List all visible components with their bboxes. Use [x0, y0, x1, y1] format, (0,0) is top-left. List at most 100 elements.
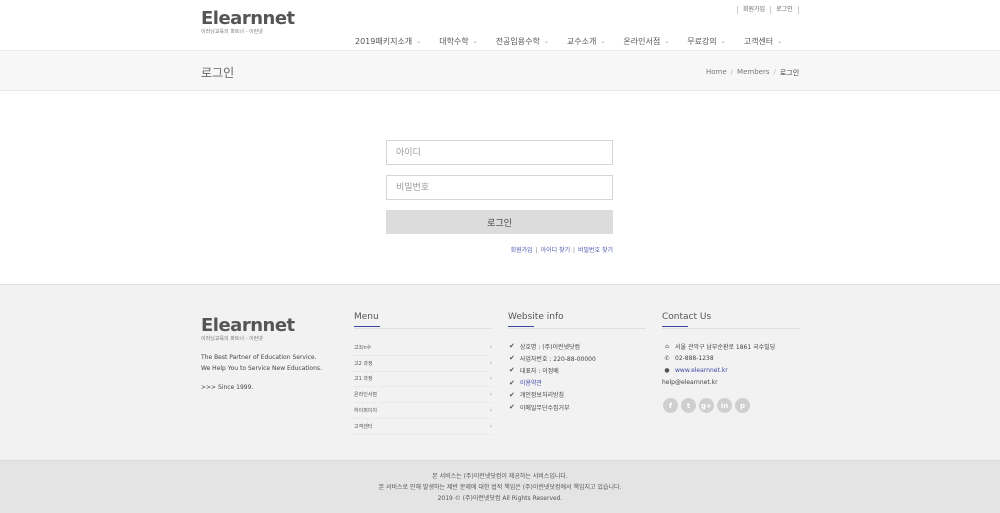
social-links: f t g+ in p — [663, 398, 753, 413]
password-input[interactable] — [386, 175, 613, 200]
phone-icon: ✆ — [664, 354, 670, 362]
page-title: 로그인 — [201, 66, 235, 80]
page-title-bar: 로그인 Home / Members / 로그인 — [0, 51, 1000, 91]
check-icon: ✔ — [509, 403, 515, 412]
logo-wordmark: Elearnnet — [201, 8, 295, 29]
nav-item-label: 대학수학 — [439, 37, 469, 46]
find-id-link[interactable]: 아이디 찾기 — [541, 247, 571, 254]
nav-item-label: 전공임용수학 — [495, 37, 540, 46]
nav-item-package[interactable]: 2019패키지소개 ⌄ — [355, 36, 421, 47]
chevron-right-icon: › — [489, 391, 492, 399]
divider — [354, 328, 492, 329]
nav-item-support[interactable]: 고객센터 ⌄ — [744, 36, 782, 47]
info-item-text: 이용약관 — [519, 380, 542, 388]
login-link[interactable]: 로그인 — [775, 6, 794, 14]
chevron-down-icon: ⌄ — [472, 38, 478, 45]
footer-contact-list: ⌂ 서울 관악구 남부순환로 1861 국수빌딩 ✆ 02-888-1238 ● ww… — [662, 340, 775, 389]
contact-website[interactable]: ● www.elearnnet.kr — [662, 364, 775, 376]
divider — [797, 6, 799, 14]
login-button[interactable]: 로그인 — [386, 210, 613, 234]
chevron-down-icon: ⌄ — [543, 38, 549, 45]
pinterest-icon[interactable]: p — [735, 398, 750, 413]
nav-item-bookstore[interactable]: 온라인서점 ⌄ — [623, 36, 669, 47]
divider — [508, 328, 646, 329]
menu-item-label: 고객센터 — [354, 423, 373, 430]
contact-email: help@elearnnet.kr — [662, 377, 775, 389]
divider — [737, 6, 738, 14]
facebook-icon[interactable]: f — [663, 398, 678, 413]
breadcrumb: Home / Members / 로그인 — [706, 68, 799, 78]
nav-item-label: 고객센터 — [743, 37, 774, 46]
footer-menu-item[interactable]: 고2 과정 › — [354, 356, 492, 372]
footer-desc-line: The Best Partner of Education Service. — [201, 354, 317, 361]
logo-wordmark: Elearnnet — [201, 315, 295, 336]
linkedin-icon[interactable]: in — [717, 398, 732, 413]
contact-address: ⌂ 서울 관악구 남부순환로 1861 국수빌딩 — [662, 340, 775, 352]
nav-item-label: 온라인서점 — [623, 37, 661, 46]
contact-phone: ✆ 02-888-1238 — [662, 352, 775, 364]
footer-menu-item[interactable]: 고1 과정 › — [354, 372, 492, 388]
copyright-line: 2019 © (주)이런넷닷컴 All Rights Reserved. — [437, 495, 563, 502]
nav-item-free-lectures[interactable]: 무료강의 ⌄ — [687, 36, 725, 47]
chevron-down-icon: ⌄ — [777, 38, 783, 45]
nav-item-label: 교수소개 — [566, 37, 597, 46]
footer-menu-item[interactable]: 하이퍼이치 › — [354, 403, 492, 419]
nav-item-professors[interactable]: 교수소개 ⌄ — [567, 36, 605, 47]
footer-desc-line: We Help You to Service New Educations. — [201, 365, 322, 372]
chevron-right-icon: › — [489, 407, 492, 415]
info-item: ✔ 상호명 : (주)이런넷닷컴 — [509, 340, 596, 352]
site-footer: Elearnnet 이러닝교육의 파트너 - 이런넷 The Best Part… — [0, 284, 1000, 460]
footer-menu-item[interactable]: 고객센터 › — [354, 419, 492, 435]
footer-menu-item[interactable]: 고3/n수 › — [354, 340, 492, 356]
logo-tagline: 이러닝교육의 파트너 - 이런넷 — [201, 29, 263, 35]
info-item: ✔ 대표자 : 이정배 — [509, 364, 596, 376]
nav-item-teacher-math[interactable]: 전공임용수학 ⌄ — [496, 36, 549, 47]
contact-text: 서울 관악구 남부순환로 1861 국수빌딩 — [675, 343, 776, 351]
divider: | — [573, 247, 576, 254]
footer-info-list: ✔ 상호명 : (주)이런넷닷컴 ✔ 사업자번호 : 220-88-00000 ✔ 대… — [509, 340, 596, 413]
check-icon: ✔ — [509, 366, 515, 375]
chevron-right-icon: › — [489, 422, 492, 430]
find-password-link[interactable]: 비밀번호 찾기 — [578, 247, 613, 254]
divider — [770, 6, 772, 14]
breadcrumb-members[interactable]: Members — [737, 68, 769, 78]
site-header: Elearnnet 이러닝교육의 파트너 - 이런넷 회원가입 로그인 2019… — [0, 0, 1000, 51]
breadcrumb-current: 로그인 — [779, 69, 800, 77]
check-icon: ✔ — [509, 342, 515, 351]
footer-contact-title: Contact Us — [662, 312, 712, 327]
footer-info-title: Website info — [508, 312, 564, 327]
copyright-bar: 본 서비스는 (주)이런넷닷컴이 제공하는 서비스입니다. 본 서비스로 인해 … — [0, 460, 1000, 513]
site-logo[interactable]: Elearnnet 이러닝교육의 파트너 - 이런넷 — [201, 8, 295, 36]
contact-text: 02-888-1238 — [675, 354, 714, 362]
email-policy-link[interactable]: ✔ 이메일무단수집거부 — [509, 401, 596, 413]
copyright-line: 본 서비스는 (주)이런넷닷컴이 제공하는 서비스입니다. — [432, 473, 568, 480]
menu-item-label: 고2 과정 — [354, 360, 373, 367]
signup-link[interactable]: 회원가입 — [511, 247, 533, 254]
menu-item-label: 온라인서점 — [354, 392, 378, 399]
footer-menu-item[interactable]: 온라인서점 › — [354, 387, 492, 404]
top-links: 회원가입 로그인 — [733, 6, 803, 14]
main-nav: 2019패키지소개 ⌄ 대학수학 ⌄ 전공임용수학 ⌄ 교수소개 ⌄ 온라인서점 ⌄ 무료… — [355, 36, 782, 47]
google-plus-icon[interactable]: g+ — [699, 398, 714, 413]
breadcrumb-home[interactable]: Home — [706, 68, 727, 78]
privacy-policy-link[interactable]: ✔ 개인정보처리방침 — [509, 389, 596, 401]
login-help-links: 회원가입 | 아이디 찾기 | 비밀번호 찾기 — [386, 245, 613, 254]
chevron-down-icon: ⌄ — [720, 38, 726, 45]
twitter-icon[interactable]: t — [681, 398, 696, 413]
check-icon: ✔ — [509, 390, 515, 399]
footer-since: >>> Since 1999. — [201, 384, 254, 391]
info-item: ✔ 사업자번호 : 220-88-00000 — [509, 352, 596, 364]
signup-link[interactable]: 회원가입 — [742, 6, 766, 14]
contact-text: www.elearnnet.kr — [675, 366, 728, 374]
breadcrumb-separator: / — [773, 68, 776, 76]
home-icon: ⌂ — [665, 342, 669, 350]
user-id-input[interactable] — [386, 140, 613, 165]
info-item-text: 개인정보처리방침 — [519, 392, 565, 400]
copyright-line: 본 서비스로 인해 발생하는 제반 문제에 대한 법적 책임은 (주)이런넷닷컴… — [378, 484, 622, 491]
check-icon: ✔ — [509, 354, 515, 363]
nav-item-label: 2019패키지소개 — [355, 37, 413, 46]
chevron-down-icon: ⌄ — [664, 38, 670, 45]
nav-item-label: 무료강의 — [687, 37, 717, 46]
terms-link[interactable]: ✔ 이용약관 — [509, 377, 596, 389]
nav-item-university-math[interactable]: 대학수학 ⌄ — [439, 36, 477, 47]
